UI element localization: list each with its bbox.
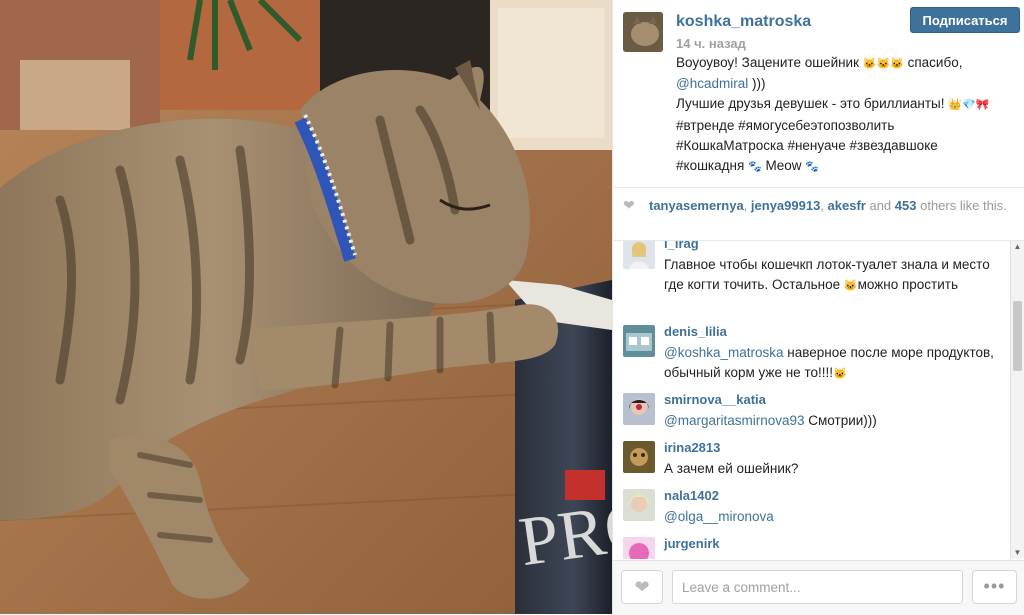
comment-footer: ❤ •••: [613, 560, 1024, 615]
commenter-avatar[interactable]: [623, 325, 655, 357]
more-options-button[interactable]: •••: [972, 570, 1017, 604]
caption-text: ))): [748, 76, 766, 92]
author-username[interactable]: koshka_matroska: [676, 13, 811, 31]
commenter-username[interactable]: denis_lilia: [664, 324, 727, 339]
commenter-avatar[interactable]: [623, 489, 655, 521]
crown-diamond-bow-emoji-icon: 👑💎🎀: [948, 99, 990, 112]
comment-body: можно простить: [857, 277, 958, 292]
comment-text: А зачем ей ошейник?: [664, 461, 799, 476]
comment-mention[interactable]: @margaritasmirnova93: [664, 413, 805, 428]
scrollbar-thumb[interactable]: [1013, 301, 1022, 371]
likes-and: and: [865, 198, 895, 213]
post-timestamp[interactable]: 14 ч. назад: [676, 36, 746, 51]
commenter-avatar[interactable]: [623, 441, 655, 473]
divider: [613, 187, 1024, 188]
follow-button[interactable]: Подписаться: [910, 7, 1020, 33]
caption-text: спасибо,: [903, 55, 963, 70]
caption-text: Лучшие друзья девушек - это бриллианты!: [676, 96, 949, 112]
commenter-username[interactable]: nala1402: [664, 488, 719, 503]
commenter-username[interactable]: irina2813: [664, 440, 720, 455]
likes-separator: ,: [743, 198, 751, 213]
commenter-avatar[interactable]: [623, 393, 655, 425]
cat-emoji-icon: 🐱: [843, 280, 858, 292]
post-caption: Воуоувоу! Зацените ошейник 🐱🐱🐱 спасибо, …: [676, 53, 1006, 177]
scroll-down-arrow-icon[interactable]: ▼: [1011, 547, 1024, 559]
heart-icon: ❤: [623, 197, 635, 213]
author-avatar[interactable]: [623, 12, 663, 52]
commenter-avatar[interactable]: [623, 241, 655, 269]
cat-photo-illustration: PRO: [0, 0, 612, 614]
commenter-username[interactable]: smirnova__katia: [664, 392, 766, 407]
like-button[interactable]: ❤: [621, 570, 663, 604]
comments-list: i_irag Главное чтобы кошечкп лоток-туале…: [613, 241, 1011, 559]
caption-hashtags[interactable]: #кошкадня: [676, 158, 748, 173]
caption-text: Воуоувоу! Зацените ошейник: [676, 55, 863, 70]
likes-tail: others like this.: [916, 198, 1007, 213]
caption-mention[interactable]: @hcadmiral: [676, 76, 748, 91]
caption-hashtags[interactable]: #втренде #ямогусебеэтопозволить: [676, 118, 894, 133]
comment-input[interactable]: [672, 570, 963, 604]
scroll-up-arrow-icon[interactable]: ▲: [1011, 241, 1024, 253]
caption-hashtags[interactable]: #КошкаМатроска #ненуаче #звездавшоке: [676, 138, 938, 153]
post-photo: PRO: [0, 0, 612, 614]
post-details-panel: koshka_matroska 14 ч. назад Подписаться …: [612, 0, 1024, 615]
liker-username[interactable]: jenya99913: [751, 198, 820, 213]
comment-text: @koshka_matroska наверное после море про…: [664, 343, 994, 384]
paw-emoji-icon: 🐾: [805, 161, 819, 174]
likes-separator: ,: [820, 198, 828, 213]
commenter-username[interactable]: i_irag: [664, 241, 699, 251]
comment-text: Главное чтобы кошечкп лоток-туалет знала…: [664, 255, 994, 296]
cat-emoji-icon: 🐱🐱🐱: [862, 58, 904, 70]
comment-mention[interactable]: @koshka_matroska: [664, 345, 784, 360]
comment-text: @margaritasmirnova93 Смотрии))): [664, 411, 994, 431]
comment-body: Смотрии))): [804, 413, 877, 428]
likes-count[interactable]: 453: [895, 198, 917, 213]
caption-text: Meow: [761, 158, 806, 174]
heart-icon: ❤: [634, 577, 650, 597]
liker-username[interactable]: tanyasemernya: [649, 198, 744, 213]
comments-scrollbar[interactable]: ▲ ▼: [1010, 241, 1024, 559]
comment-mention[interactable]: @olga__mironova: [664, 509, 774, 524]
cat-emoji-icon: 🐱: [832, 368, 847, 380]
paw-emoji-icon: 🐾: [748, 161, 762, 174]
liker-username[interactable]: akesfr: [828, 198, 866, 213]
commenter-username[interactable]: jurgenirk: [664, 536, 720, 551]
comment-text: @olga__mironova: [664, 507, 994, 527]
commenter-avatar[interactable]: [623, 537, 655, 559]
